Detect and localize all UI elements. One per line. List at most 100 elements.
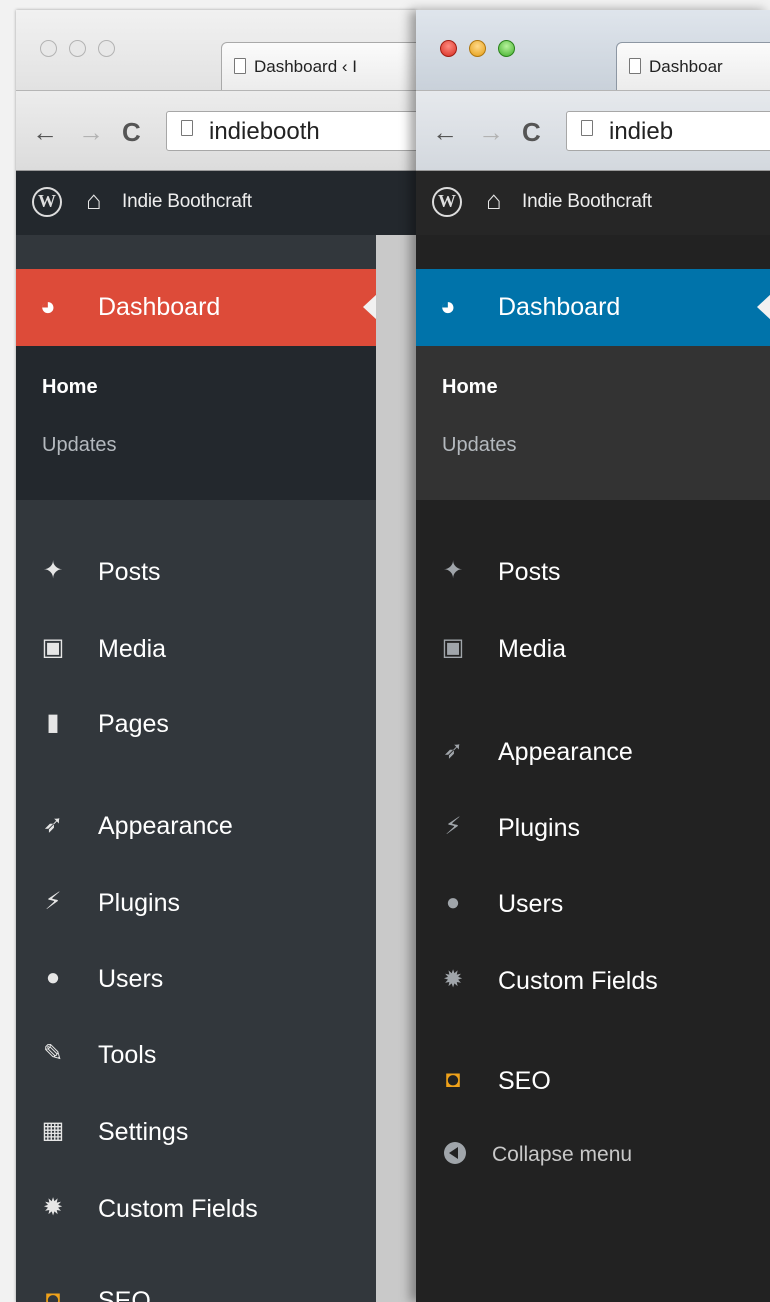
forward-arrow-icon[interactable]: → <box>478 119 504 145</box>
close-window-button[interactable] <box>40 40 57 57</box>
menu-media-label: Media <box>498 635 567 663</box>
menu-posts[interactable]: ✦ Posts <box>16 548 376 598</box>
menu-custom-fields[interactable]: ✹ Custom Fields <box>416 957 770 1007</box>
menu-media[interactable]: ▣ Media <box>16 625 376 675</box>
submenu-updates[interactable]: Updates <box>442 434 517 457</box>
menu-seo[interactable]: ◘ SEO <box>416 1057 770 1107</box>
collapse-menu-label: Collapse menu <box>492 1143 633 1166</box>
tab-title: Dashboar <box>649 57 723 76</box>
address-text: indieb <box>609 118 674 145</box>
browser-window-right: Dashboar ← → C indieb W ⌂ Indie Boothcra… <box>416 10 770 1302</box>
menu-custom-fields[interactable]: ✹ Custom Fields <box>16 1185 376 1235</box>
browser-tab[interactable]: Dashboar <box>616 42 770 90</box>
plugin-icon: ⚡ <box>444 813 462 840</box>
site-name-link[interactable]: Indie Boothcraft <box>122 191 252 213</box>
plugin-icon: ⚡ <box>44 888 62 915</box>
menu-seo-label: SEO <box>498 1067 551 1095</box>
close-window-button[interactable] <box>440 40 457 57</box>
reload-icon[interactable]: C <box>122 119 141 145</box>
back-arrow-icon[interactable]: ← <box>32 119 58 145</box>
menu-dashboard-label: Dashboard <box>98 293 221 321</box>
seo-icon: ◘ <box>445 1066 461 1093</box>
menu-custom-fields-label: Custom Fields <box>98 1195 258 1223</box>
address-text: indiebooth <box>209 118 320 145</box>
pushpin-icon: ✦ <box>42 557 64 584</box>
pushpin-icon: ✦ <box>442 557 464 584</box>
submenu-updates[interactable]: Updates <box>42 434 117 457</box>
wp-admin-bar: W ⌂ Indie Boothcraft <box>16 171 416 235</box>
dashboard-submenu: Home Updates <box>16 346 376 500</box>
paintbrush-icon: ➶ <box>42 811 64 838</box>
minimize-window-button[interactable] <box>469 40 486 57</box>
dashboard-icon: ◕ <box>40 291 56 321</box>
window-controls <box>40 40 115 57</box>
media-icon: ▣ <box>441 634 465 661</box>
menu-media-label: Media <box>98 635 167 663</box>
wp-admin-bar: W ⌂ Indie Boothcraft <box>416 171 770 235</box>
window-controls <box>440 40 515 57</box>
collapse-menu-button[interactable]: Collapse menu <box>416 1131 770 1181</box>
browser-tab[interactable]: Dashboard ‹ I <box>221 42 416 90</box>
wordpress-logo-icon[interactable]: W <box>432 187 462 217</box>
current-menu-arrow <box>757 294 770 320</box>
page-icon <box>629 58 641 74</box>
menu-settings[interactable]: ▦ Settings <box>16 1108 376 1158</box>
admin-sidebar: ◕ Dashboard Home Updates ✦ Posts ▣ Media… <box>16 235 377 1302</box>
settings-icon: ▦ <box>41 1117 65 1144</box>
seo-icon: ◘ <box>45 1286 61 1302</box>
menu-tools[interactable]: ✎ Tools <box>16 1031 376 1081</box>
submenu-home[interactable]: Home <box>42 376 98 399</box>
menu-plugins[interactable]: ⚡ Plugins <box>416 804 770 854</box>
menu-dashboard-label: Dashboard <box>498 293 621 321</box>
menu-seo[interactable]: ◘ SEO <box>16 1277 376 1302</box>
wrench-icon: ✎ <box>42 1040 64 1067</box>
menu-pages[interactable]: ▮ Pages <box>16 700 376 750</box>
browser-window-left: Dashboard ‹ I ← → C indiebooth W ⌂ Indie… <box>16 10 416 1302</box>
browser-toolbar: ← → C indiebooth <box>16 90 416 171</box>
maximize-window-button[interactable] <box>98 40 115 57</box>
menu-users-label: Users <box>98 965 164 993</box>
address-bar[interactable]: indieb <box>566 111 770 151</box>
reload-icon[interactable]: C <box>522 119 541 145</box>
site-name-link[interactable]: Indie Boothcraft <box>522 191 652 213</box>
back-arrow-icon[interactable]: ← <box>432 119 458 145</box>
address-bar[interactable]: indiebooth <box>166 111 416 151</box>
menu-pages-label: Pages <box>98 710 169 738</box>
gear-icon: ✹ <box>442 966 464 993</box>
title-bar: Dashboard ‹ I <box>16 10 416 90</box>
home-icon[interactable]: ⌂ <box>86 185 102 216</box>
menu-seo-label: SEO <box>98 1287 151 1302</box>
home-icon[interactable]: ⌂ <box>486 185 502 216</box>
maximize-window-button[interactable] <box>498 40 515 57</box>
media-icon: ▣ <box>41 634 65 661</box>
admin-sidebar: ◕ Dashboard Home Updates ✦ Posts ▣ Media… <box>416 235 770 1302</box>
menu-dashboard[interactable]: ◕ Dashboard <box>416 269 770 346</box>
title-bar: Dashboar <box>416 10 770 90</box>
menu-dashboard[interactable]: ◕ Dashboard <box>16 269 377 346</box>
page-icon <box>234 58 246 74</box>
menu-custom-fields-label: Custom Fields <box>498 967 658 995</box>
current-menu-arrow <box>363 294 377 320</box>
paintbrush-icon: ➶ <box>442 737 464 764</box>
browser-toolbar: ← → C indieb <box>416 90 770 171</box>
menu-media[interactable]: ▣ Media <box>416 625 770 675</box>
menu-posts-label: Posts <box>498 558 561 586</box>
menu-users[interactable]: ● Users <box>416 880 770 930</box>
forward-arrow-icon[interactable]: → <box>78 119 104 145</box>
submenu-home[interactable]: Home <box>442 376 498 399</box>
pages-icon: ▮ <box>46 709 60 736</box>
content-area <box>376 235 416 1302</box>
menu-users-label: Users <box>498 890 564 918</box>
dashboard-submenu: Home Updates <box>416 346 770 500</box>
menu-settings-label: Settings <box>98 1118 189 1146</box>
menu-appearance[interactable]: ➶ Appearance <box>416 728 770 778</box>
menu-posts[interactable]: ✦ Posts <box>416 548 770 598</box>
menu-plugins[interactable]: ⚡ Plugins <box>16 879 376 929</box>
menu-appearance[interactable]: ➶ Appearance <box>16 802 376 852</box>
collapse-arrow-icon <box>440 1139 470 1169</box>
menu-posts-label: Posts <box>98 558 161 586</box>
wordpress-logo-icon[interactable]: W <box>32 187 62 217</box>
page-icon <box>181 120 193 136</box>
minimize-window-button[interactable] <box>69 40 86 57</box>
menu-users[interactable]: ● Users <box>16 955 376 1005</box>
